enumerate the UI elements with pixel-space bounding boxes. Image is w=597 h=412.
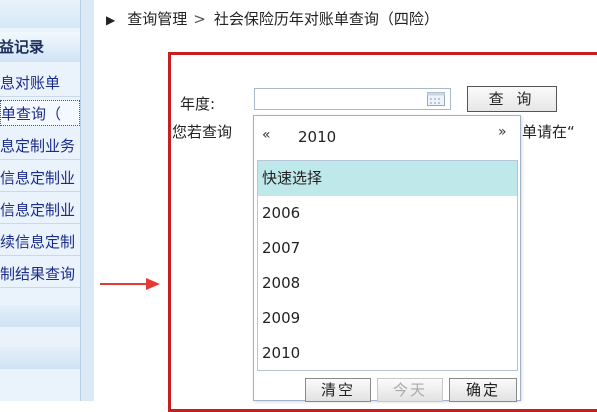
year-option[interactable]: 2010 <box>258 336 517 370</box>
sidebar-splitter[interactable] <box>80 0 94 401</box>
year-option-quick-select[interactable]: 快速选择 <box>258 161 517 196</box>
breadcrumb-parent[interactable]: 查询管理 <box>127 10 187 28</box>
sidebar-section-bar[interactable] <box>0 305 80 327</box>
sidebar-section-bar[interactable] <box>0 347 80 369</box>
sidebar-section-header[interactable]: 益记录 <box>0 32 80 62</box>
sidebar-item-statement[interactable]: 息对账单 <box>0 70 80 97</box>
annotation-arrow-icon <box>100 278 160 290</box>
sidebar-item-info-custom-4[interactable]: 续信息定制 <box>0 229 80 256</box>
next-year-icon[interactable]: » <box>498 124 507 140</box>
prev-year-icon[interactable]: « <box>262 127 271 143</box>
sidebar-item-info-custom-2[interactable]: 信息定制业 <box>0 165 80 192</box>
breadcrumb: ▶ 查询管理 > 社会保险历年对账单查询（四险） <box>106 8 439 29</box>
year-option[interactable]: 2008 <box>258 266 517 301</box>
breadcrumb-separator: > <box>193 10 206 28</box>
breadcrumb-current: 社会保险历年对账单查询（四险） <box>213 10 439 28</box>
sidebar-item-info-custom-3[interactable]: 信息定制业 <box>0 197 80 224</box>
sidebar-item-custom-result[interactable]: 制结果查询 <box>0 261 80 288</box>
today-button[interactable]: 今天 <box>377 378 443 402</box>
hint-text-left: 您若查询 <box>172 123 233 141</box>
calendar-icon[interactable] <box>427 92 445 106</box>
sidebar-item-info-custom-1[interactable]: 息定制业务 <box>0 133 80 160</box>
year-option-list: 快速选择 2006 2007 2008 2009 2010 <box>257 160 518 371</box>
confirm-button[interactable]: 确定 <box>449 378 517 402</box>
clear-button[interactable]: 清空 <box>305 378 371 402</box>
year-option[interactable]: 2007 <box>258 231 517 266</box>
hint-text-right: 单请在“ <box>522 123 575 141</box>
breadcrumb-arrow-icon: ▶ <box>106 13 116 27</box>
query-button[interactable]: 查 询 <box>467 86 557 112</box>
year-label: 年度: <box>180 95 216 113</box>
sidebar-top-bar <box>0 0 80 28</box>
left-sidebar: 益记录 息对账单 单查询（ 息定制业务 信息定制业 信息定制业 续信息定制 制结… <box>0 0 80 401</box>
sidebar-item-statement-query[interactable]: 单查询（ <box>0 100 80 126</box>
year-option[interactable]: 2009 <box>258 301 517 336</box>
year-input[interactable] <box>254 88 451 110</box>
year-option[interactable]: 2006 <box>258 196 517 231</box>
picker-year: 2010 <box>298 128 337 146</box>
